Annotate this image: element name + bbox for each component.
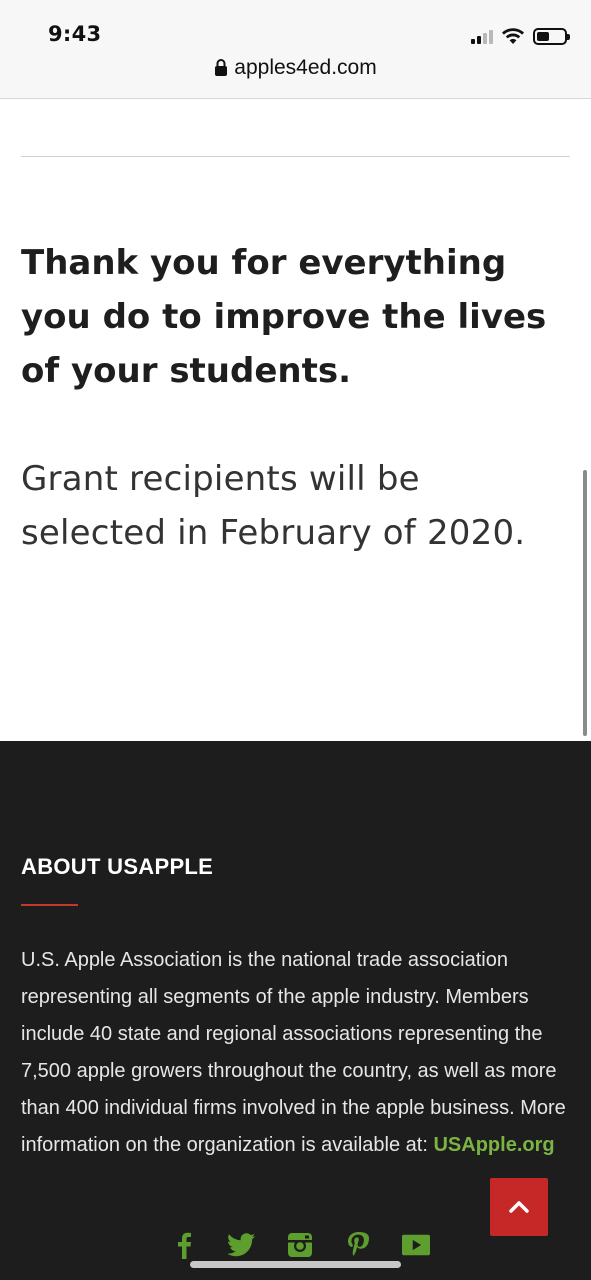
youtube-icon[interactable]: [402, 1231, 430, 1259]
heading-underline: [21, 904, 78, 906]
chevron-up-icon: [509, 1201, 529, 1213]
browser-top-bar: 9:43 apples4ed.com: [0, 0, 591, 99]
about-paragraph: U.S. Apple Association is the national t…: [21, 942, 573, 1164]
usapple-link[interactable]: USApple.org: [433, 1134, 554, 1156]
facebook-icon[interactable]: [170, 1231, 198, 1259]
thank-you-heading: Thank you for everything you do to impro…: [21, 243, 547, 391]
battery-icon: [533, 27, 570, 45]
grant-announcement: Grant recipients will be selected in Feb…: [21, 459, 526, 553]
cellular-signal-icon: [471, 28, 493, 44]
site-footer: ABOUT USAPPLE U.S. Apple Association is …: [0, 741, 591, 1280]
status-icons: [471, 24, 570, 48]
home-indicator[interactable]: [190, 1261, 401, 1268]
instagram-icon[interactable]: [286, 1231, 314, 1259]
content-divider: [21, 156, 570, 157]
status-time: 9:43: [48, 22, 102, 46]
social-links: [170, 1231, 430, 1259]
address-bar[interactable]: apples4ed.com: [0, 56, 591, 80]
about-heading: ABOUT USAPPLE: [21, 854, 214, 879]
about-text: U.S. Apple Association is the national t…: [21, 949, 566, 1156]
url-text: apples4ed.com: [234, 56, 377, 79]
wifi-icon: [502, 28, 524, 44]
lock-icon: [215, 59, 228, 76]
twitter-icon[interactable]: [228, 1231, 256, 1259]
back-to-top-button[interactable]: [490, 1178, 548, 1236]
pinterest-icon[interactable]: [344, 1231, 372, 1259]
page-scrollbar[interactable]: [583, 470, 587, 736]
